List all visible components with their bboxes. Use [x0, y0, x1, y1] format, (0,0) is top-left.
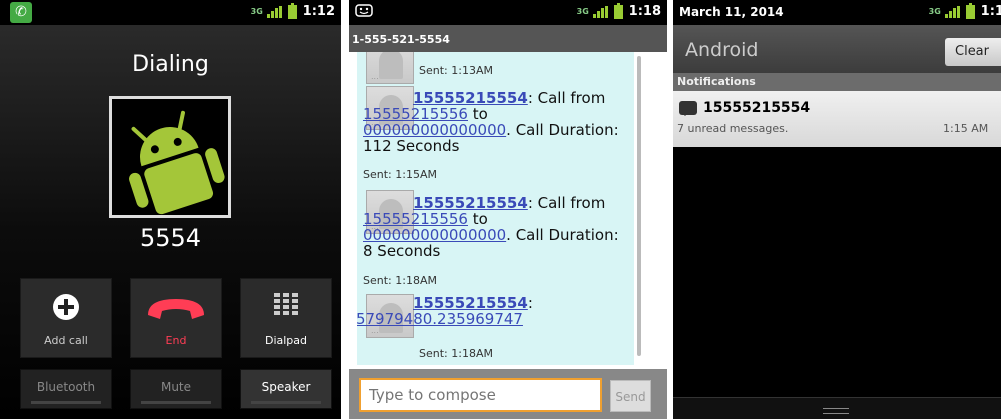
clear-notifications-button[interactable]: Clear — [945, 38, 1001, 66]
dialed-number: 5554 — [139, 224, 202, 252]
conversation-title-bar: 1-555-521-5554 — [349, 25, 667, 52]
notification-shade-screen: March 11, 2014 3G 1:16 Android Clear Not… — [673, 0, 1001, 419]
end-call-label: End — [165, 334, 187, 347]
network-type-icon: 3G — [250, 6, 263, 16]
network-type-icon: 3G — [576, 6, 589, 16]
android-robot-icon — [129, 110, 225, 215]
sent-timestamp: Sent: 1:18AM — [419, 347, 493, 360]
message-text: : Call from — [527, 194, 606, 212]
conversation-contact: 1-555-521-5554 — [352, 33, 450, 46]
notification-time: 1:15 AM — [943, 122, 989, 135]
mute-label: Mute — [160, 380, 192, 394]
message-item: 15555215554: Call from 15555215556 to 00… — [363, 90, 631, 154]
message-item: 15555215554: Call from 15555215556 to 00… — [363, 195, 631, 259]
notification-text: 7 unread messages. — [677, 122, 789, 135]
status-bar: 3G 1:18 — [349, 0, 667, 25]
signal-icon — [944, 5, 960, 18]
sent-timestamp: Sent: 1:13AM — [419, 64, 493, 77]
notification-item[interactable]: 15555215554 7 unread messages. 1:15 AM — [673, 91, 1001, 147]
carrier-label: Android — [685, 39, 759, 61]
location-link[interactable]: 13.2057979480.235969747 — [357, 310, 523, 328]
battery-icon — [965, 2, 975, 19]
messaging-screen: 3G 1:18 1-555-521-5554 Sent: 1:13AM 1555… — [349, 0, 667, 419]
dialpad-icon — [274, 293, 298, 315]
call-state-title: Dialing — [132, 52, 209, 77]
hang-up-icon — [148, 299, 204, 319]
add-call-label: Add call — [44, 334, 88, 347]
carrier-bar: Android Clear — [673, 25, 1001, 73]
add-call-button[interactable]: Add call — [20, 278, 112, 358]
sent-timestamp: Sent: 1:18AM — [363, 274, 437, 287]
speaker-label: Speaker — [261, 380, 311, 394]
bluetooth-toggle[interactable]: Bluetooth — [20, 369, 112, 409]
toggle-indicator — [141, 401, 211, 404]
signal-icon — [592, 5, 608, 18]
notification-title: 15555215554 — [703, 100, 811, 116]
network-type-icon: 3G — [928, 6, 941, 16]
add-icon — [53, 294, 79, 320]
dialpad-button[interactable]: Dialpad — [240, 278, 332, 358]
status-bar: ✆ 3G 1:12 — [0, 0, 341, 25]
status-date: March 11, 2014 — [679, 5, 784, 19]
conversation-scrollbar[interactable] — [637, 56, 641, 356]
status-bar: March 11, 2014 3G 1:16 — [673, 0, 1001, 25]
compose-input[interactable] — [359, 378, 602, 412]
dialpad-label: Dialpad — [264, 334, 308, 347]
message-icon — [679, 101, 697, 116]
message-text: : Call from — [527, 89, 606, 107]
toggle-indicator — [31, 401, 101, 404]
message-text: : — [527, 294, 533, 312]
conversation-list[interactable]: Sent: 1:13AM 15555215554: Call from 1555… — [357, 52, 634, 365]
smiley-message-icon — [355, 4, 373, 17]
contact-avatar — [109, 96, 231, 218]
toggle-indicator — [251, 401, 321, 404]
speaker-toggle[interactable]: Speaker — [240, 369, 332, 409]
mute-toggle[interactable]: Mute — [130, 369, 222, 409]
signal-icon — [266, 5, 282, 18]
notifications-section-header: Notifications — [673, 73, 1001, 91]
status-time: 1:12 — [302, 4, 335, 19]
send-button[interactable]: Send — [610, 380, 651, 412]
shade-drag-handle[interactable] — [673, 397, 1001, 419]
battery-icon — [287, 2, 297, 19]
phone-call-icon: ✆ — [10, 2, 32, 23]
sent-timestamp: Sent: 1:15AM — [363, 168, 437, 181]
message-item: 15555215554: 13.2057979480.235969747 — [357, 294, 631, 327]
battery-icon — [613, 2, 623, 19]
contact-thumbnail — [366, 52, 414, 84]
status-time: 1:16 — [980, 4, 1001, 19]
bluetooth-label: Bluetooth — [36, 380, 96, 394]
status-time: 1:18 — [628, 4, 661, 19]
dialer-screen: ✆ 3G 1:12 Dialing 5554 Add call End Dial… — [0, 0, 341, 419]
end-call-button[interactable]: End — [130, 278, 222, 358]
